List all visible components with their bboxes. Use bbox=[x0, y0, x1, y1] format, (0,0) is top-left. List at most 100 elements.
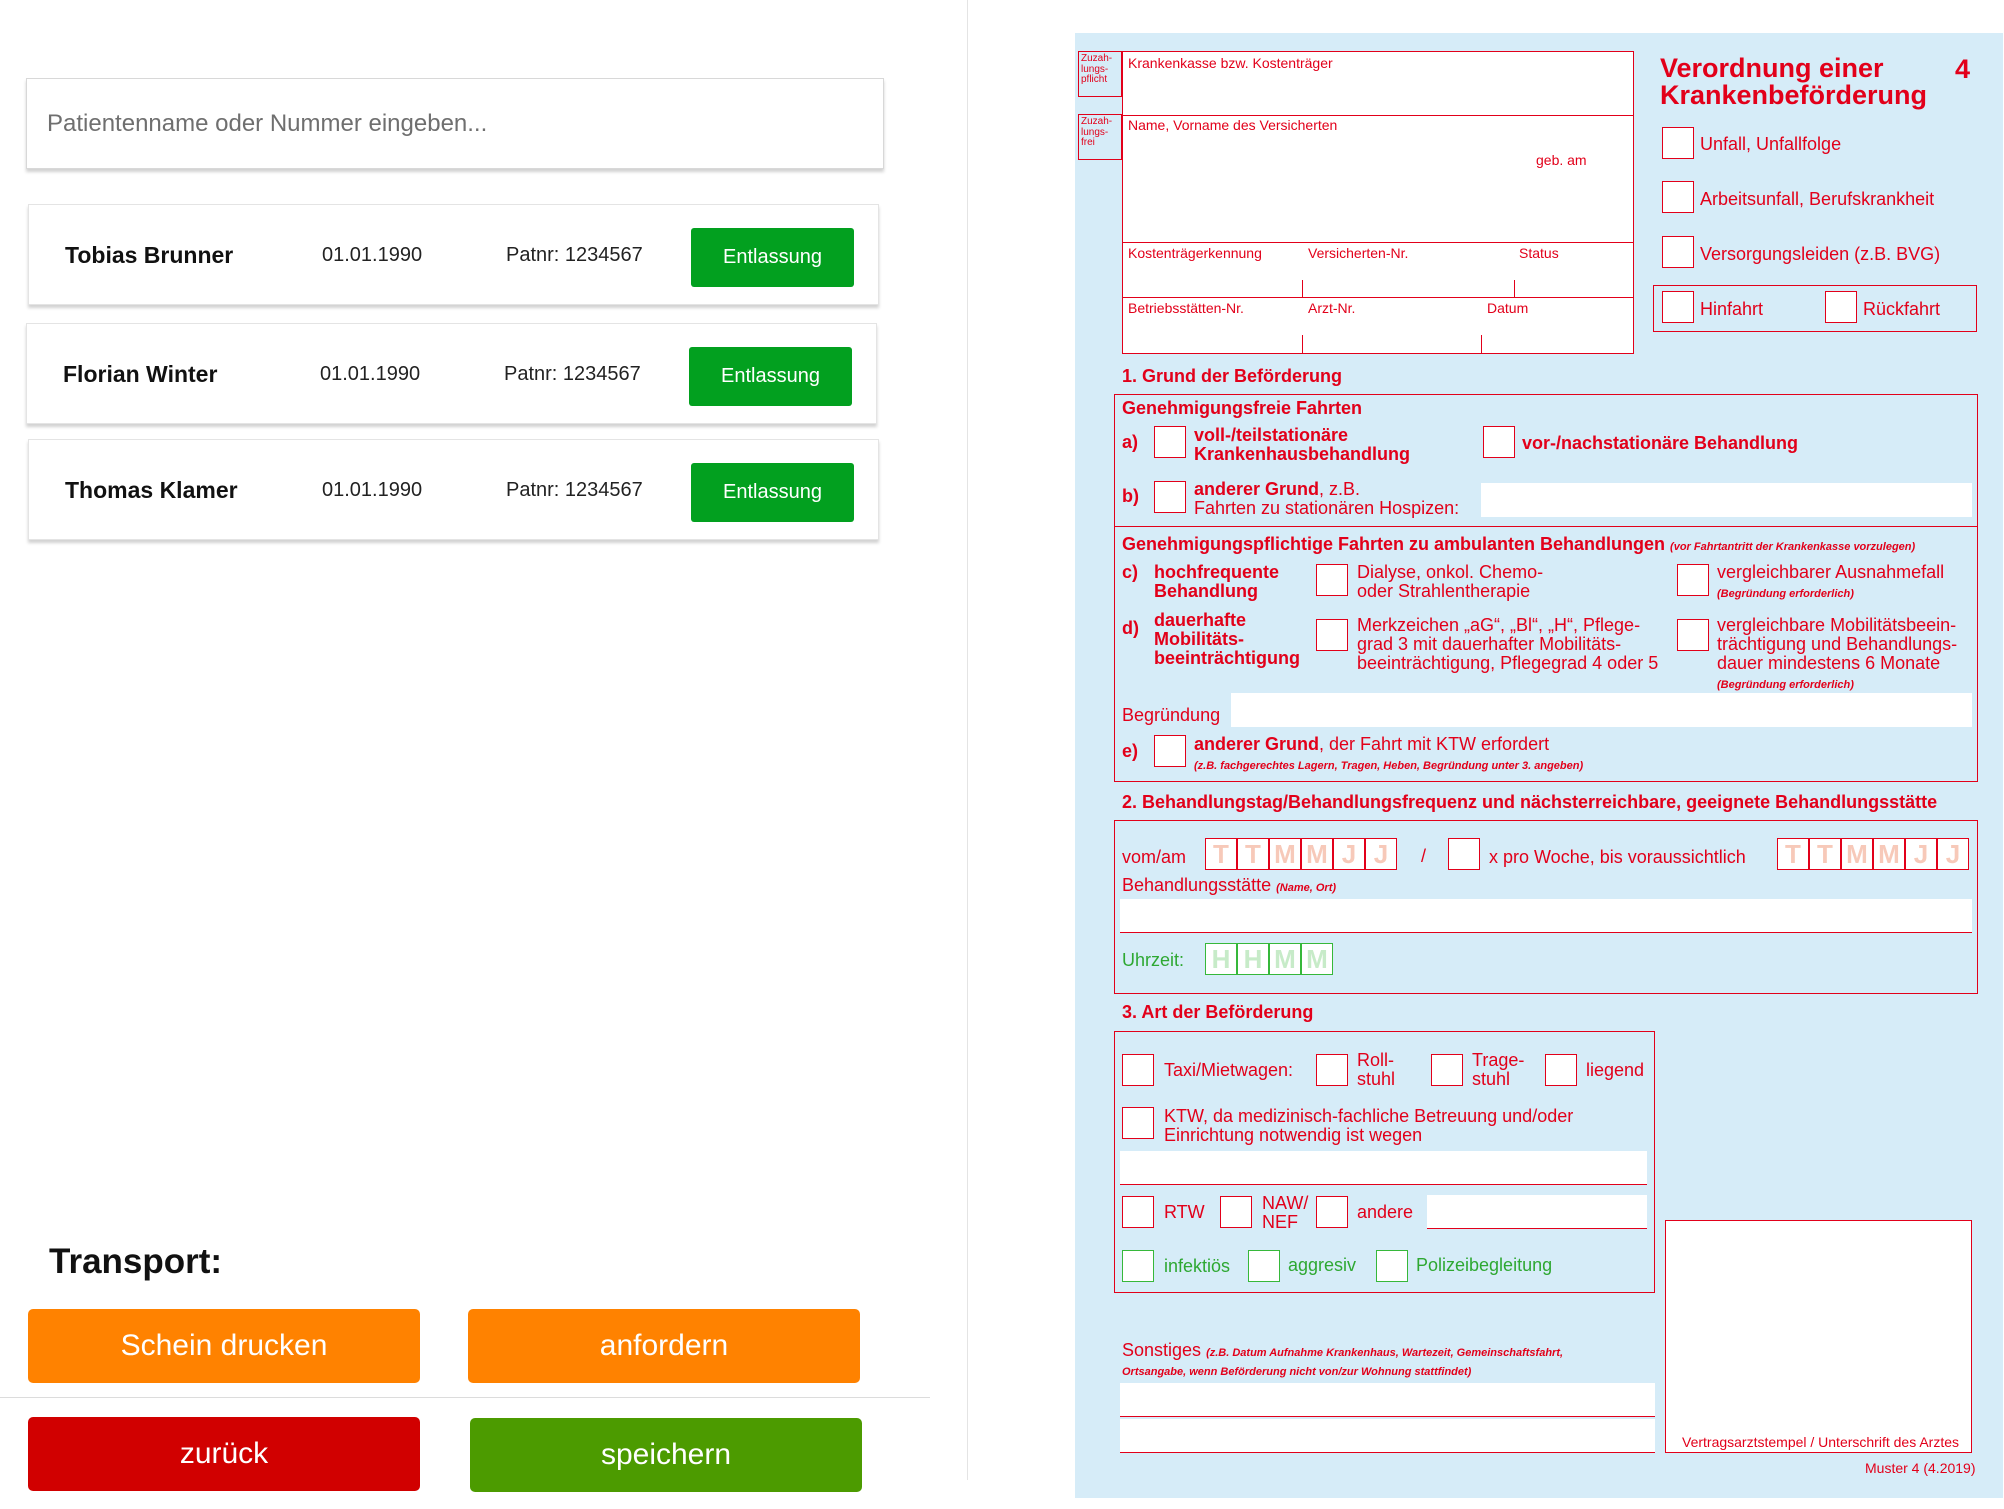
stamp-field[interactable] bbox=[1665, 1220, 1972, 1453]
ausnahmefall-checkbox[interactable] bbox=[1677, 564, 1709, 596]
date-digit-box[interactable]: J bbox=[1937, 838, 1969, 870]
taxi-label: Taxi/Mietwagen: bbox=[1164, 1060, 1294, 1080]
save-button[interactable]: speichern bbox=[470, 1418, 862, 1492]
andere-field[interactable] bbox=[1427, 1195, 1647, 1229]
behst-field[interactable] bbox=[1120, 899, 1972, 933]
date-digit-box[interactable]: T bbox=[1205, 838, 1237, 870]
c-text: hochfrequente Behandlung bbox=[1154, 562, 1280, 601]
andere-label: andere bbox=[1357, 1202, 1414, 1222]
section3-title: 3. Art der Beförderung bbox=[1122, 1002, 1314, 1022]
sonstiges-field-1[interactable] bbox=[1120, 1383, 1655, 1417]
versorgungsleiden-checkbox[interactable] bbox=[1662, 236, 1694, 268]
datum-label: Datum bbox=[1487, 300, 1529, 316]
time-digit-box[interactable]: M bbox=[1269, 943, 1301, 975]
andere-checkbox[interactable] bbox=[1316, 1196, 1348, 1228]
rtw-checkbox[interactable] bbox=[1122, 1196, 1154, 1228]
status-label: Status bbox=[1519, 245, 1559, 261]
date-digit-box[interactable]: M bbox=[1269, 838, 1301, 870]
date-digit-box[interactable]: M bbox=[1301, 838, 1333, 870]
patient-name: Florian Winter bbox=[63, 361, 218, 387]
patient-name: Tobias Brunner bbox=[65, 242, 234, 268]
date-digit-box[interactable]: J bbox=[1333, 838, 1365, 870]
print-button[interactable]: Schein drucken bbox=[28, 1309, 420, 1383]
frequency-field[interactable] bbox=[1448, 838, 1480, 870]
vergleichbare-mobilitaet-checkbox[interactable] bbox=[1677, 619, 1709, 651]
naw-checkbox[interactable] bbox=[1220, 1196, 1252, 1228]
b-checkbox[interactable] bbox=[1154, 481, 1186, 513]
aggresiv-label: aggresiv bbox=[1288, 1255, 1357, 1275]
infektioes-checkbox[interactable] bbox=[1122, 1250, 1154, 1282]
date-digit-box[interactable]: J bbox=[1905, 838, 1937, 870]
zuzahlungspflicht-label: Zuzah-lungs-pflicht bbox=[1081, 53, 1113, 85]
patient-dob: 01.01.1990 bbox=[320, 363, 421, 385]
vornach-checkbox[interactable] bbox=[1483, 426, 1515, 458]
time-digit-box[interactable]: M bbox=[1301, 943, 1333, 975]
e-checkbox[interactable] bbox=[1154, 735, 1186, 767]
stempel-label: Vertragsarztstempel / Unterschrift des A… bbox=[1682, 1434, 1959, 1450]
date-digit-box[interactable]: T bbox=[1237, 838, 1269, 870]
vomam-label: vom/am bbox=[1122, 847, 1187, 867]
e-label: e) bbox=[1122, 741, 1139, 761]
merkzeichen-text: Merkzeichen „aG“, „Bl“, „H“, Pflege-grad… bbox=[1357, 615, 1659, 673]
transport-title: Transport: bbox=[49, 1242, 223, 1281]
entlassung-button[interactable]: Entlassung bbox=[691, 228, 854, 287]
arbeitsunfall-label: Arbeitsunfall, Berufskrankheit bbox=[1700, 189, 1935, 209]
tragestuhl-checkbox[interactable] bbox=[1431, 1054, 1463, 1086]
uhrzeit-label: Uhrzeit: bbox=[1122, 950, 1185, 970]
hinfahrt-checkbox[interactable] bbox=[1662, 291, 1694, 323]
transport-form: Zuzah-lungs-pflicht Zuzah-lungs-frei Kra… bbox=[1075, 33, 2003, 1498]
search-input[interactable] bbox=[27, 79, 883, 168]
a-checkbox[interactable] bbox=[1154, 426, 1186, 458]
aggresiv-checkbox[interactable] bbox=[1248, 1250, 1280, 1282]
sonstiges-field-2[interactable] bbox=[1120, 1419, 1655, 1453]
d-text: dauerhafte Mobilitäts-beeinträchtigung bbox=[1154, 610, 1301, 668]
zuzahlungsfrei-label: Zuzah-lungs-frei bbox=[1081, 116, 1113, 148]
merkzeichen-checkbox[interactable] bbox=[1316, 619, 1348, 651]
infektioes-label: infektiös bbox=[1164, 1256, 1231, 1276]
form-number: 4 bbox=[1955, 54, 1971, 84]
patient-card[interactable]: Tobias Brunner 01.01.1990 Patnr: 1234567… bbox=[28, 204, 879, 305]
entlassung-button[interactable]: Entlassung bbox=[691, 463, 854, 522]
liegend-checkbox[interactable] bbox=[1545, 1054, 1577, 1086]
divider bbox=[0, 1397, 930, 1398]
rueckfahrt-checkbox[interactable] bbox=[1825, 291, 1857, 323]
date-digit-box[interactable]: M bbox=[1841, 838, 1873, 870]
kasse-label: Krankenkasse bzw. Kostenträger bbox=[1128, 55, 1333, 71]
rtw-label: RTW bbox=[1164, 1202, 1205, 1222]
genpfl-title: Genehmigungspflichtige Fahrten zu ambula… bbox=[1122, 534, 1916, 554]
rollstuhl-checkbox[interactable] bbox=[1316, 1054, 1348, 1086]
taxi-checkbox[interactable] bbox=[1122, 1054, 1154, 1086]
search-box[interactable] bbox=[26, 78, 884, 169]
kostentraegerkennung-label: Kostenträgerkennung bbox=[1128, 245, 1262, 261]
unfall-label: Unfall, Unfallfolge bbox=[1700, 134, 1842, 154]
arbeitsunfall-checkbox[interactable] bbox=[1662, 181, 1694, 213]
ktw-reason-field[interactable] bbox=[1120, 1151, 1647, 1185]
entlassung-button[interactable]: Entlassung bbox=[689, 347, 852, 406]
dialyse-checkbox[interactable] bbox=[1316, 564, 1348, 596]
naw-label: NAW/NEF bbox=[1262, 1193, 1309, 1232]
polizei-checkbox[interactable] bbox=[1376, 1250, 1408, 1282]
ktw-checkbox[interactable] bbox=[1122, 1107, 1154, 1139]
section1-title: 1. Grund der Beförderung bbox=[1122, 366, 1343, 386]
genfrei-title: Genehmigungsfreie Fahrten bbox=[1122, 398, 1363, 418]
slash-label: / bbox=[1421, 846, 1427, 866]
patient-number: Patnr: 1234567 bbox=[506, 479, 643, 501]
date-digit-box[interactable]: T bbox=[1777, 838, 1809, 870]
date-digit-box[interactable]: T bbox=[1809, 838, 1841, 870]
date-digit-box[interactable]: J bbox=[1365, 838, 1397, 870]
ktw-text: KTW, da medizinisch-fachliche Betreuung … bbox=[1164, 1106, 1574, 1145]
request-button[interactable]: anfordern bbox=[468, 1309, 860, 1383]
name-label: Name, Vorname des Versicherten bbox=[1128, 117, 1338, 133]
patient-card[interactable]: Thomas Klamer 01.01.1990 Patnr: 1234567 … bbox=[28, 439, 879, 540]
hospiz-field[interactable] bbox=[1481, 483, 1972, 517]
patient-dob: 01.01.1990 bbox=[322, 479, 423, 501]
patient-card[interactable]: Florian Winter 01.01.1990 Patnr: 1234567… bbox=[26, 323, 877, 424]
back-button[interactable]: zurück bbox=[28, 1417, 420, 1491]
begruendung-field[interactable] bbox=[1231, 693, 1972, 727]
ausnahmefall-text: vergleichbarer Ausnahmefall (Begründung e… bbox=[1717, 562, 1945, 600]
date-digit-box[interactable]: M bbox=[1873, 838, 1905, 870]
unfall-checkbox[interactable] bbox=[1662, 127, 1694, 159]
liegend-label: liegend bbox=[1586, 1060, 1645, 1080]
time-digit-box[interactable]: H bbox=[1237, 943, 1269, 975]
time-digit-box[interactable]: H bbox=[1205, 943, 1237, 975]
